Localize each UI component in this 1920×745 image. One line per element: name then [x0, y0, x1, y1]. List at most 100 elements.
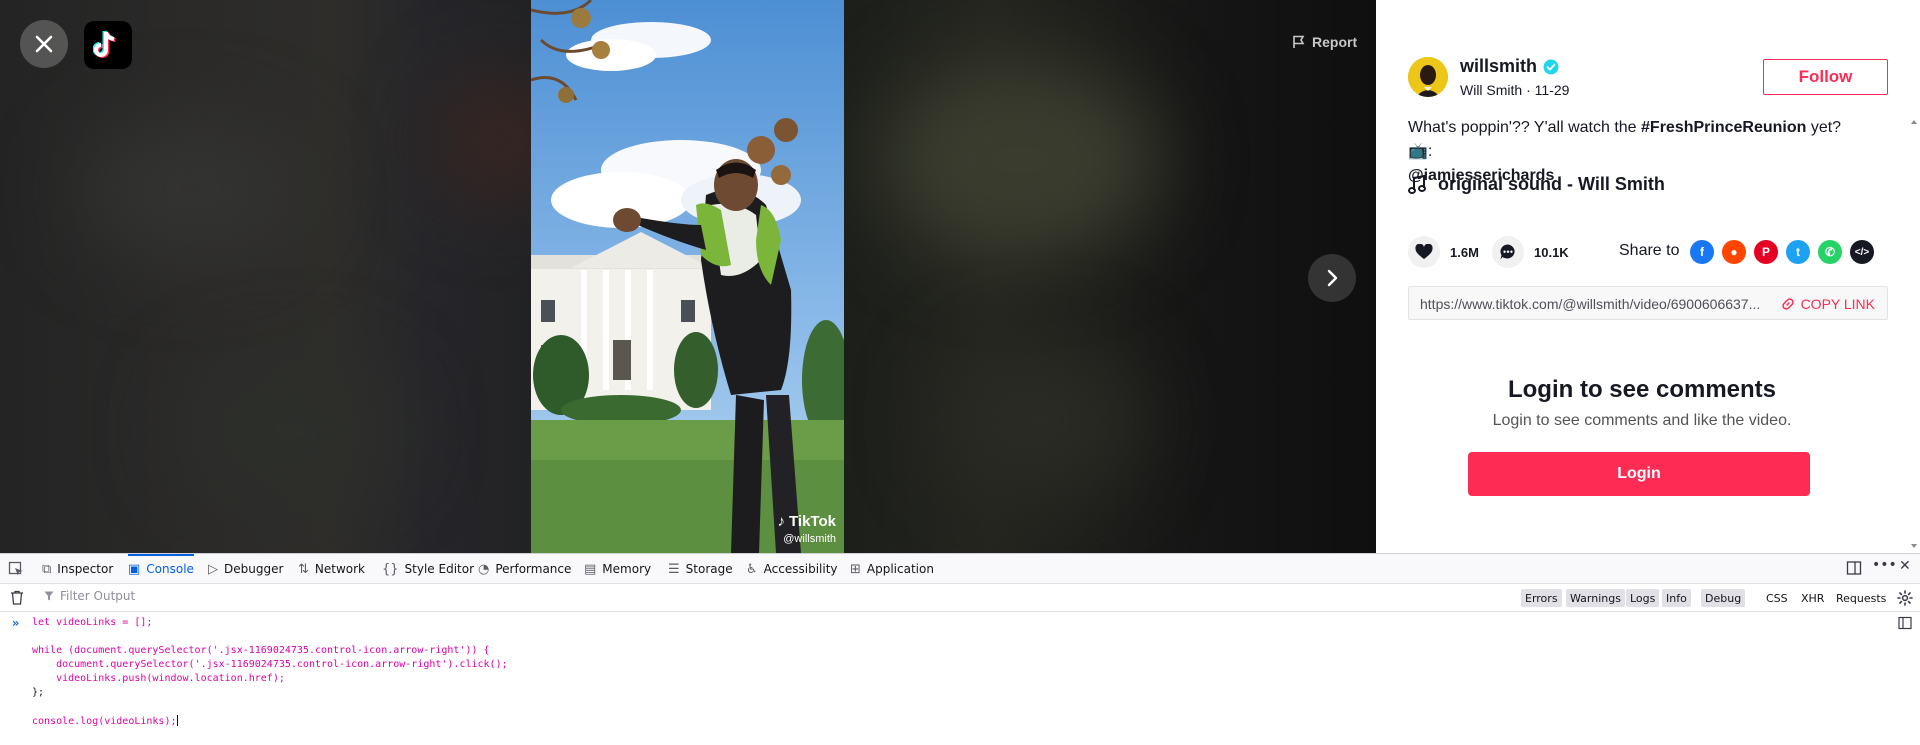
tab-console[interactable]: ▣ Console: [128, 554, 194, 584]
network-icon: ⇅: [298, 561, 309, 577]
tab-performance[interactable]: ◔ Performance: [478, 554, 571, 584]
filter-placeholder: Filter Output: [60, 589, 136, 603]
text-caret: [176, 715, 178, 726]
console-line: videoLinks.push(window.location.href);: [32, 673, 285, 684]
style-editor-icon: {}: [382, 561, 399, 577]
tab-network[interactable]: ⇅ Network: [298, 554, 365, 584]
report-button[interactable]: Report: [1292, 34, 1357, 50]
login-subtitle: Login to see comments and like the video…: [1492, 412, 1792, 429]
background-blur: [880, 60, 1160, 260]
filter-css-toggle[interactable]: CSS: [1762, 589, 1792, 607]
comment-stat[interactable]: 10.1K: [1492, 236, 1569, 268]
tab-label: Accessibility: [763, 562, 838, 576]
console-line: let videoLinks = [];: [32, 617, 152, 628]
share-label: Share to: [1619, 242, 1680, 259]
element-picker-button[interactable]: [8, 554, 24, 584]
filter-requests-toggle[interactable]: Requests: [1832, 589, 1890, 607]
console-icon: ▣: [128, 561, 141, 577]
facebook-icon: f: [1700, 245, 1704, 259]
tab-application[interactable]: ⊞ Application: [850, 554, 934, 584]
login-button[interactable]: Login: [1468, 452, 1810, 496]
trash-icon: [11, 590, 23, 605]
tab-label: Memory: [602, 562, 652, 576]
close-button[interactable]: [20, 20, 68, 68]
devtools-toolbar: ⧉ Inspector ▣ Console ▷ Debugger ⇅ Network {…: [0, 554, 1920, 584]
share-facebook-button[interactable]: f: [1690, 240, 1714, 264]
sound-link[interactable]: original sound - Will Smith: [1408, 174, 1665, 195]
video-frame[interactable]: ♪ TikTok @willsmith: [531, 0, 844, 553]
follow-button[interactable]: Follow: [1763, 59, 1888, 95]
tab-accessibility[interactable]: ♿ Accessibility: [746, 554, 838, 584]
video-watermark: ♪ TikTok @willsmith: [778, 513, 836, 545]
more-options-button[interactable]: •••: [1872, 557, 1897, 573]
inspector-icon: ⧉: [42, 561, 52, 577]
avatar-image: [1408, 57, 1448, 97]
comment-button[interactable]: [1492, 236, 1524, 268]
video-still: [531, 0, 844, 553]
editor-mode-button[interactable]: [1898, 616, 1912, 633]
share-reddit-button[interactable]: ●: [1722, 240, 1746, 264]
console-line: document.querySelector('.jsx-1169024735.…: [32, 659, 508, 670]
tab-label: Console: [146, 562, 194, 576]
share-link-box: https://www.tiktok.com/@willsmith/video/…: [1408, 286, 1888, 320]
tab-label: Inspector: [57, 562, 114, 576]
accessibility-icon: ♿: [746, 561, 758, 577]
console-line-8: console.log(videoLinks);: [32, 716, 177, 727]
gear-icon: [1897, 590, 1913, 606]
tab-label: Network: [314, 562, 366, 576]
like-count: 1.6M: [1450, 244, 1479, 260]
console-line-4: document.querySelector('.jsx-1169024735.…: [32, 659, 508, 670]
next-video-button[interactable]: [1308, 254, 1356, 302]
tab-label: Application: [866, 562, 934, 576]
share-whatsapp-button[interactable]: ✆: [1818, 240, 1842, 264]
split-editor-icon: [1898, 616, 1912, 630]
background-blur: [180, 360, 400, 500]
panel-scrollbar[interactable]: [1908, 116, 1920, 553]
verified-badge-icon: [1543, 59, 1559, 74]
console-settings-button[interactable]: [1897, 590, 1913, 610]
like-stat[interactable]: 1.6M: [1408, 236, 1479, 268]
avatar[interactable]: [1408, 57, 1448, 97]
filter-output-input[interactable]: Filter Output: [44, 589, 644, 603]
author-username[interactable]: willsmith: [1460, 56, 1559, 77]
dock-icon: [1846, 561, 1862, 575]
watermark-brand: TikTok: [789, 513, 836, 530]
console-line-3: while (document.querySelector('.jsx-1169…: [32, 645, 490, 656]
login-title: Login to see comments: [1507, 376, 1777, 403]
like-button[interactable]: [1408, 236, 1440, 268]
music-note-icon: [1408, 174, 1426, 194]
tab-memory[interactable]: ▤ Memory: [584, 554, 651, 584]
copy-link-button[interactable]: COPY LINK: [1781, 296, 1875, 312]
share-pinterest-button[interactable]: P: [1754, 240, 1778, 264]
filter-xhr-toggle[interactable]: XHR: [1797, 589, 1828, 607]
filter-logs-toggle[interactable]: Logs: [1626, 589, 1660, 607]
tab-style-editor[interactable]: {} Style Editor: [382, 554, 474, 584]
clear-console-button[interactable]: [10, 590, 24, 609]
link-icon: [1781, 298, 1794, 310]
filter-warnings-toggle[interactable]: Warnings: [1566, 589, 1625, 607]
tab-label: Style Editor: [404, 562, 475, 576]
close-icon: [35, 35, 53, 53]
flag-icon: [1293, 35, 1305, 48]
tab-debugger[interactable]: ▷ Debugger: [208, 554, 283, 584]
hashtag-link[interactable]: #FreshPrinceReunion: [1641, 119, 1806, 136]
console-line-5: videoLinks.push(window.location.href);: [32, 673, 285, 684]
share-url[interactable]: https://www.tiktok.com/@willsmith/video/…: [1420, 296, 1770, 312]
tab-storage[interactable]: ☰ Storage: [668, 554, 733, 584]
close-devtools-button[interactable]: ✕: [1899, 558, 1911, 574]
console-input-area[interactable]: » let videoLinks = []; while (document.q…: [0, 612, 1920, 745]
tiktok-logo[interactable]: [84, 21, 132, 69]
dock-toggle-button[interactable]: [1846, 560, 1862, 580]
background-blur: [80, 120, 300, 260]
share-embed-button[interactable]: </>: [1850, 240, 1874, 264]
author-username-text: willsmith: [1460, 56, 1538, 76]
author-subline: Will Smith · 11-29: [1460, 82, 1570, 98]
copy-link-label: COPY LINK: [1800, 296, 1875, 312]
tab-inspector[interactable]: ⧉ Inspector: [42, 554, 113, 584]
filter-debug-toggle[interactable]: Debug: [1701, 589, 1746, 607]
share-twitter-button[interactable]: t: [1786, 240, 1810, 264]
filter-errors-toggle[interactable]: Errors: [1521, 589, 1562, 607]
filter-info-toggle[interactable]: Info: [1662, 589, 1691, 607]
picker-icon: [8, 561, 23, 576]
performance-icon: ◔: [478, 561, 490, 577]
